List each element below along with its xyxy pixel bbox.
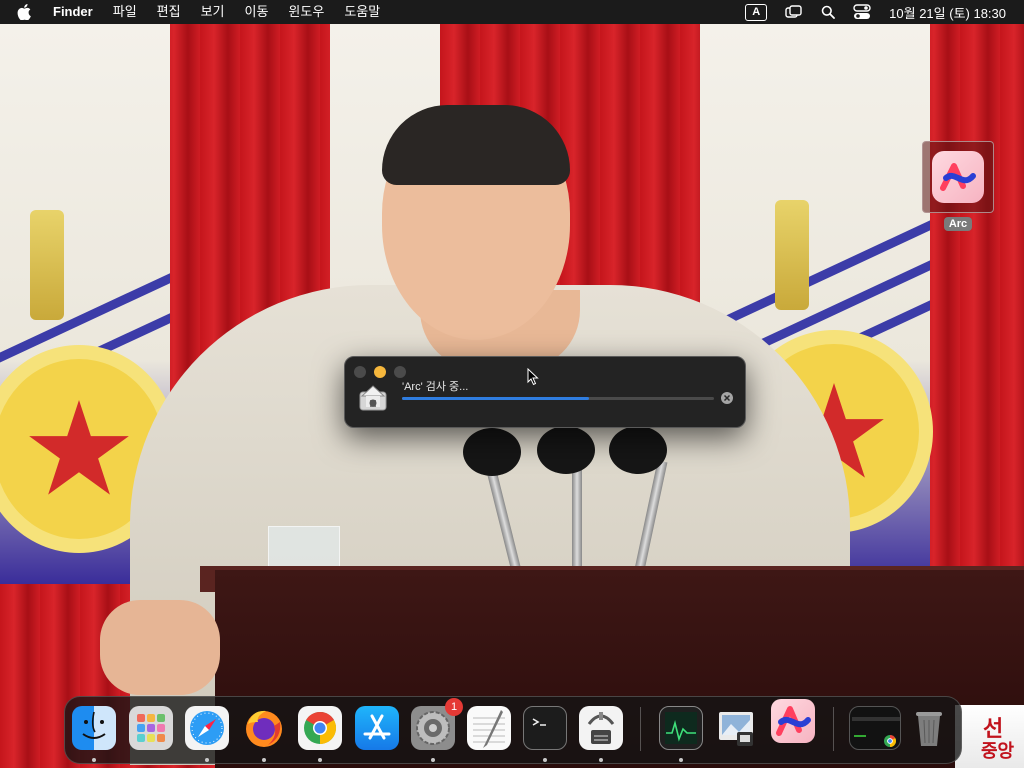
verifying-app-dialog: 'Arc' 검사 중... (344, 356, 746, 428)
window-minimize-button[interactable] (374, 366, 386, 378)
app-store-icon (355, 706, 399, 750)
preview-icon (715, 706, 759, 750)
firefox-icon (242, 706, 286, 750)
dock-terminal[interactable] (523, 706, 567, 762)
archive-icon (579, 706, 623, 750)
running-indicator (205, 758, 209, 762)
menu-view[interactable]: 보기 (201, 0, 225, 24)
running-indicator (262, 758, 266, 762)
dock-separator (833, 707, 834, 751)
dock-textedit[interactable] (467, 706, 511, 750)
chrome-icon (298, 706, 342, 750)
window-close-button[interactable] (354, 366, 366, 378)
menu-app-name[interactable]: Finder (53, 0, 93, 24)
menu-go[interactable]: 이동 (245, 0, 269, 24)
textedit-icon (467, 706, 511, 750)
running-indicator (599, 758, 603, 762)
menu-file[interactable]: 파일 (113, 0, 137, 24)
menu-bar: Finder 파일 편집 보기 이동 윈도우 도움말 A 10월 21일 (토)… (0, 0, 1024, 24)
apple-menu-icon[interactable] (14, 0, 34, 24)
control-center-icon[interactable] (853, 4, 871, 20)
dock-trash[interactable] (907, 706, 951, 750)
running-indicator (679, 758, 683, 762)
running-indicator (431, 758, 435, 762)
verifying-status-text: 'Arc' 검사 중... (402, 381, 469, 393)
arc-icon (771, 699, 815, 743)
menu-edit[interactable]: 편집 (157, 0, 181, 24)
finder-icon (72, 706, 116, 750)
spotlight-search-icon[interactable] (821, 5, 836, 19)
dock-preview[interactable] (715, 706, 759, 750)
dock: 1 (64, 696, 962, 764)
dock-system-settings[interactable]: 1 (411, 698, 463, 762)
screen-mirroring-icon[interactable] (785, 5, 803, 19)
dock-safari[interactable] (185, 706, 229, 762)
window-zoom-button[interactable] (394, 366, 406, 378)
mouse-cursor-icon (527, 367, 539, 391)
home-disk-icon (357, 382, 389, 414)
dock-chrome[interactable] (298, 706, 342, 762)
chrome-window-icon (849, 706, 901, 750)
dock-archive-utility[interactable] (579, 706, 623, 762)
dock-finder[interactable] (72, 706, 116, 762)
verifying-progress-bar (402, 397, 714, 400)
terminal-icon (523, 706, 567, 750)
dock-app-store[interactable] (355, 706, 399, 750)
verifying-progress-fill (402, 397, 590, 400)
running-indicator (318, 758, 322, 762)
menu-window[interactable]: 윈도우 (288, 0, 324, 24)
dock-separator (640, 707, 641, 751)
desktop-icon-label: Arc (943, 217, 973, 231)
dock-firefox[interactable] (242, 706, 286, 762)
dock-launchpad[interactable] (129, 706, 173, 750)
notification-badge: 1 (445, 698, 463, 716)
menu-clock[interactable]: 10월 21일 (토) 18:30 (889, 3, 1006, 22)
running-indicator (92, 758, 96, 762)
trash-icon (907, 706, 951, 750)
input-source-indicator[interactable]: A (745, 3, 768, 21)
arc-app-icon (932, 151, 984, 203)
activity-monitor-icon (659, 706, 703, 750)
menu-help[interactable]: 도움말 (344, 0, 380, 24)
dock-chrome-window[interactable] (849, 706, 901, 750)
dock-arc[interactable] (771, 699, 815, 743)
running-indicator (543, 758, 547, 762)
wallpaper-corner-logo: 선 중앙 (955, 705, 1024, 768)
safari-icon (185, 706, 229, 750)
dock-activity-monitor[interactable] (659, 706, 703, 762)
launchpad-icon (129, 706, 173, 750)
desktop-icon-arc[interactable]: Arc (922, 141, 994, 232)
cancel-verify-button[interactable] (721, 392, 733, 404)
